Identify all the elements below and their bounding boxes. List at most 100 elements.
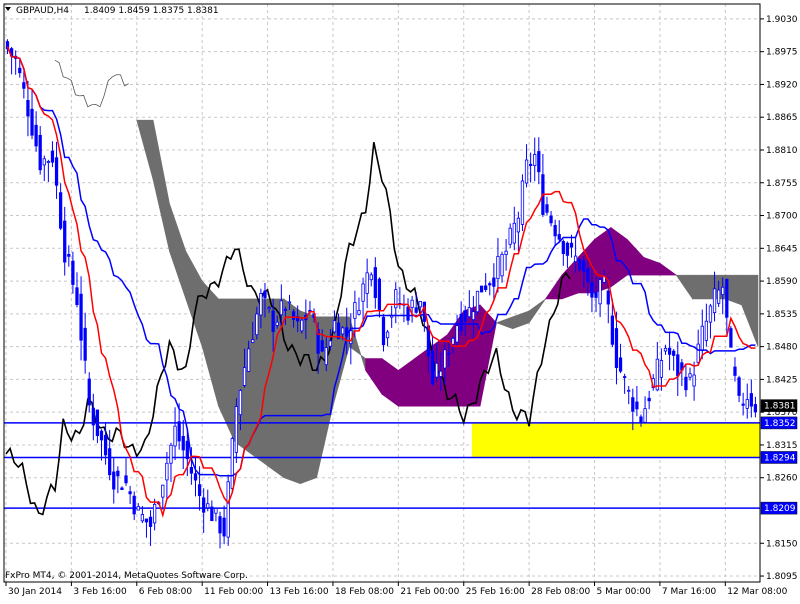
candle-body — [128, 491, 132, 495]
candle-body — [283, 308, 288, 311]
candle-body — [569, 242, 574, 248]
candle-body — [148, 516, 153, 527]
symbol-period: GBPAUD,H4 — [16, 6, 69, 16]
y-tick-label: 1.8425 — [766, 375, 798, 385]
candle-body — [696, 343, 700, 363]
candle-body — [745, 399, 749, 409]
copyright-text: FxPro MT4, © 2001-2014, MetaQuotes Softw… — [5, 571, 248, 581]
candle-body — [459, 313, 463, 332]
candle-body — [34, 124, 38, 147]
candle-body — [479, 285, 484, 293]
candle-body — [590, 282, 594, 298]
candle-body — [169, 444, 173, 464]
candle-body — [165, 462, 169, 481]
candle-body — [95, 409, 100, 437]
candle-body — [729, 328, 733, 348]
candle-body — [381, 316, 386, 346]
y-tick-label: 1.9030 — [766, 15, 798, 25]
highlight-zone — [471, 422, 760, 458]
y-tick-label: 1.8315 — [766, 441, 798, 451]
candle-body — [116, 470, 120, 477]
candle-body — [30, 108, 34, 136]
candle-body — [561, 241, 565, 254]
candle-body — [230, 438, 234, 489]
candle-body — [631, 397, 635, 412]
candle-body — [475, 290, 480, 313]
candle-body — [598, 279, 602, 305]
x-tick-label: 6 Feb 08:00 — [139, 587, 193, 597]
ohlc-values: 1.8409 1.8459 1.8375 1.8381 — [84, 6, 219, 16]
candle-body — [573, 255, 578, 262]
candle-body — [618, 357, 623, 372]
candle-body — [553, 225, 557, 237]
candle-body — [741, 403, 745, 406]
candle-body — [655, 358, 659, 391]
candle-body — [377, 278, 382, 311]
x-tick-label: 13 Feb 16:00 — [270, 587, 329, 597]
candle-body — [357, 310, 361, 315]
price-chart[interactable]: 1.9030 1.8975 1.8920 1.8865 1.8810 1.8755 1.87… — [0, 0, 800, 600]
candle-body — [676, 354, 680, 377]
candle-body — [447, 352, 451, 355]
candle-body — [238, 389, 243, 416]
x-tick-label: 21 Feb 00:00 — [400, 587, 459, 597]
candle-body — [206, 503, 210, 509]
candle-body — [214, 508, 218, 514]
candle-body — [108, 448, 112, 476]
candle-body — [353, 302, 357, 319]
candle-body — [91, 407, 95, 426]
candle-body — [520, 180, 525, 225]
candle-body — [385, 331, 390, 339]
candle-body — [136, 506, 140, 511]
candle-body — [140, 514, 145, 522]
candle-body — [267, 307, 271, 310]
candle-body — [537, 151, 541, 173]
candle-body — [112, 471, 116, 490]
candle-body — [753, 404, 758, 413]
candle-body — [721, 286, 725, 296]
candle-body — [471, 311, 476, 320]
candle-body — [508, 227, 512, 245]
candle-body — [659, 360, 664, 378]
candle-body — [647, 397, 651, 402]
candle-body — [635, 401, 639, 410]
candle-body — [87, 378, 91, 406]
candle-body — [193, 473, 198, 481]
x-tick-label: 3 Feb 16:00 — [73, 587, 127, 597]
candle-body — [54, 157, 59, 186]
candle-body — [18, 67, 22, 74]
y-tick-label: 1.8755 — [766, 179, 798, 189]
candle-body — [614, 328, 619, 369]
candle-body — [251, 339, 255, 343]
candle-body — [365, 272, 369, 294]
current-price-tag: 1.8381 — [764, 402, 796, 412]
candle-body — [340, 327, 345, 335]
candle-body — [430, 350, 435, 385]
chart-header: GBPAUD,H4 1.8409 1.8459 1.8375 1.8381 — [5, 6, 219, 16]
candle-body — [210, 506, 214, 522]
y-tick-label: 1.8150 — [766, 539, 798, 549]
x-tick-label: 12 Mar 08:00 — [727, 587, 787, 597]
candle-body — [291, 311, 296, 320]
candle-body — [451, 338, 455, 345]
cloud-segment — [692, 274, 710, 300]
candle-body — [627, 389, 631, 392]
candle-body — [749, 393, 753, 407]
candle-body — [120, 487, 124, 490]
chart-canvas[interactable]: 1.9030 1.8975 1.8920 1.8865 1.8810 1.8755 1.87… — [0, 0, 800, 600]
y-tick-label: 1.8810 — [766, 146, 798, 156]
candle-body — [484, 285, 488, 290]
candle-body — [610, 315, 615, 345]
candle-body — [161, 484, 165, 498]
candle-body — [712, 288, 717, 314]
candle-body — [455, 325, 459, 343]
x-tick-label: 5 Mar 00:00 — [597, 587, 652, 597]
candle-body — [733, 366, 737, 376]
y-tick-label: 1.8095 — [766, 572, 798, 582]
candle-body — [222, 517, 226, 537]
x-tick-label: 7 Mar 16:00 — [662, 587, 717, 597]
candle-body — [549, 215, 553, 224]
candle-body — [320, 340, 324, 352]
candle-body — [545, 204, 549, 213]
candle-body — [594, 291, 598, 298]
